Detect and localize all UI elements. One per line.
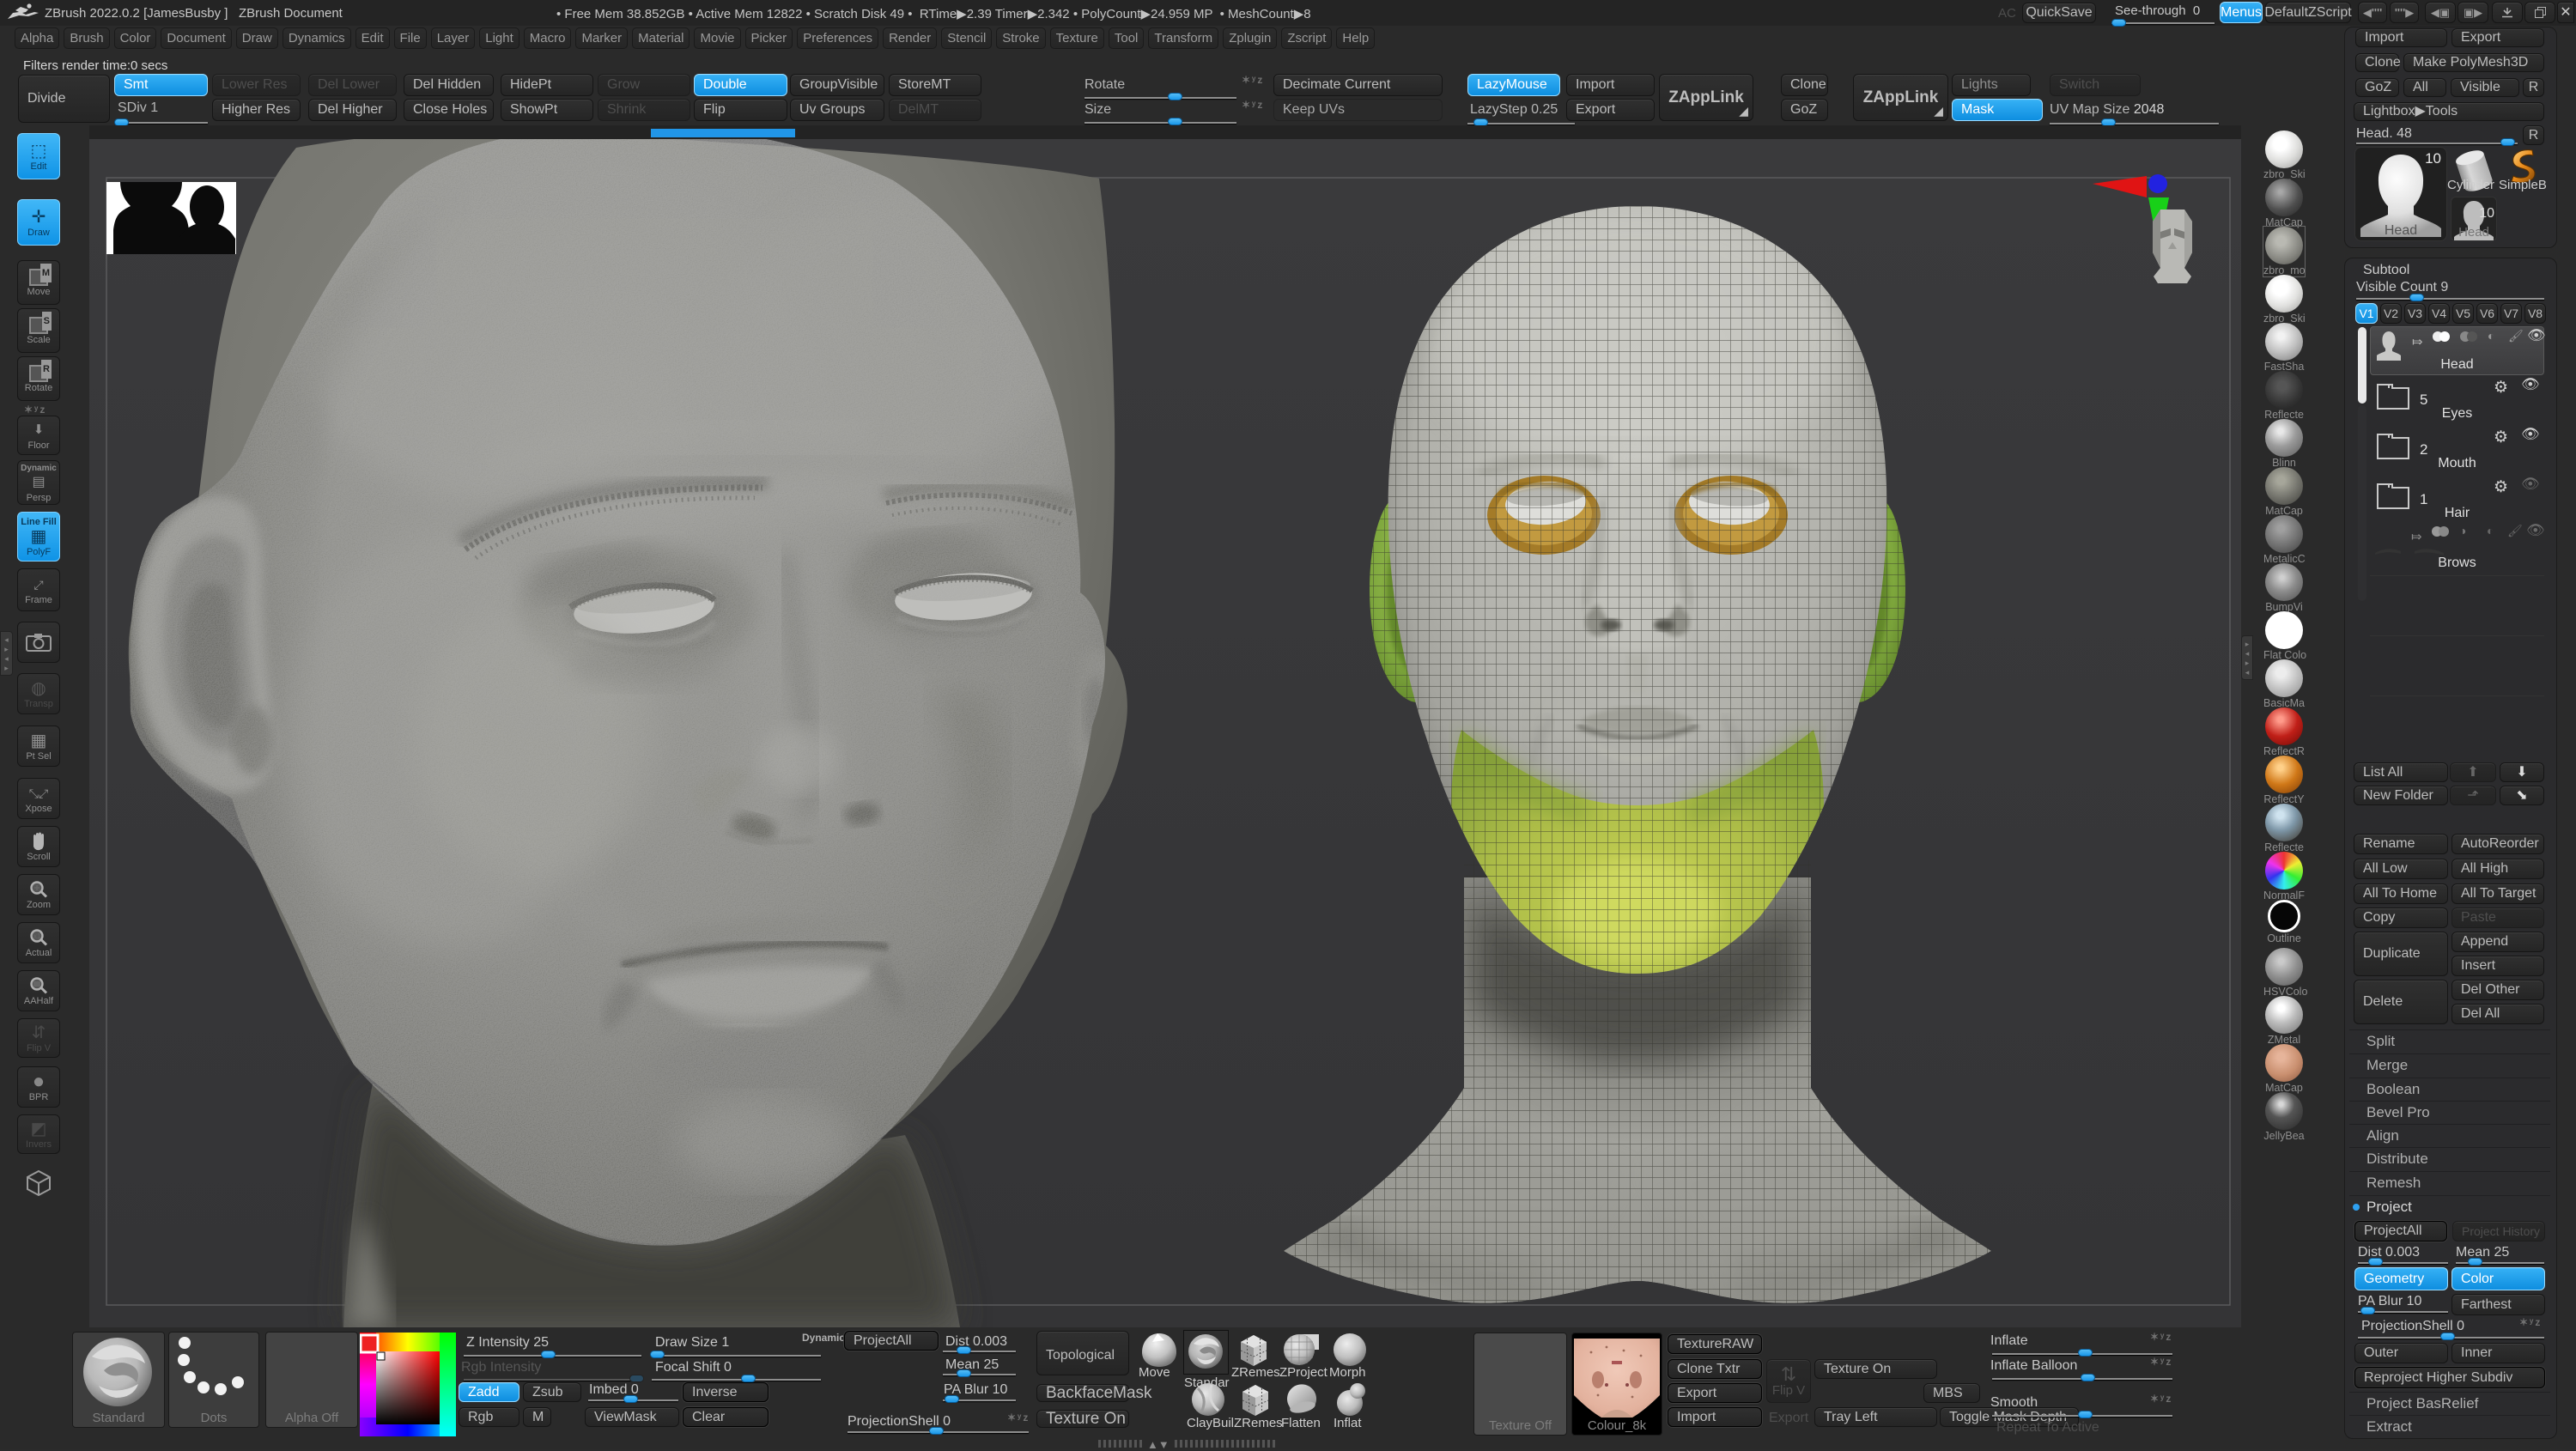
- svg-text:x1: x1: [33, 932, 41, 940]
